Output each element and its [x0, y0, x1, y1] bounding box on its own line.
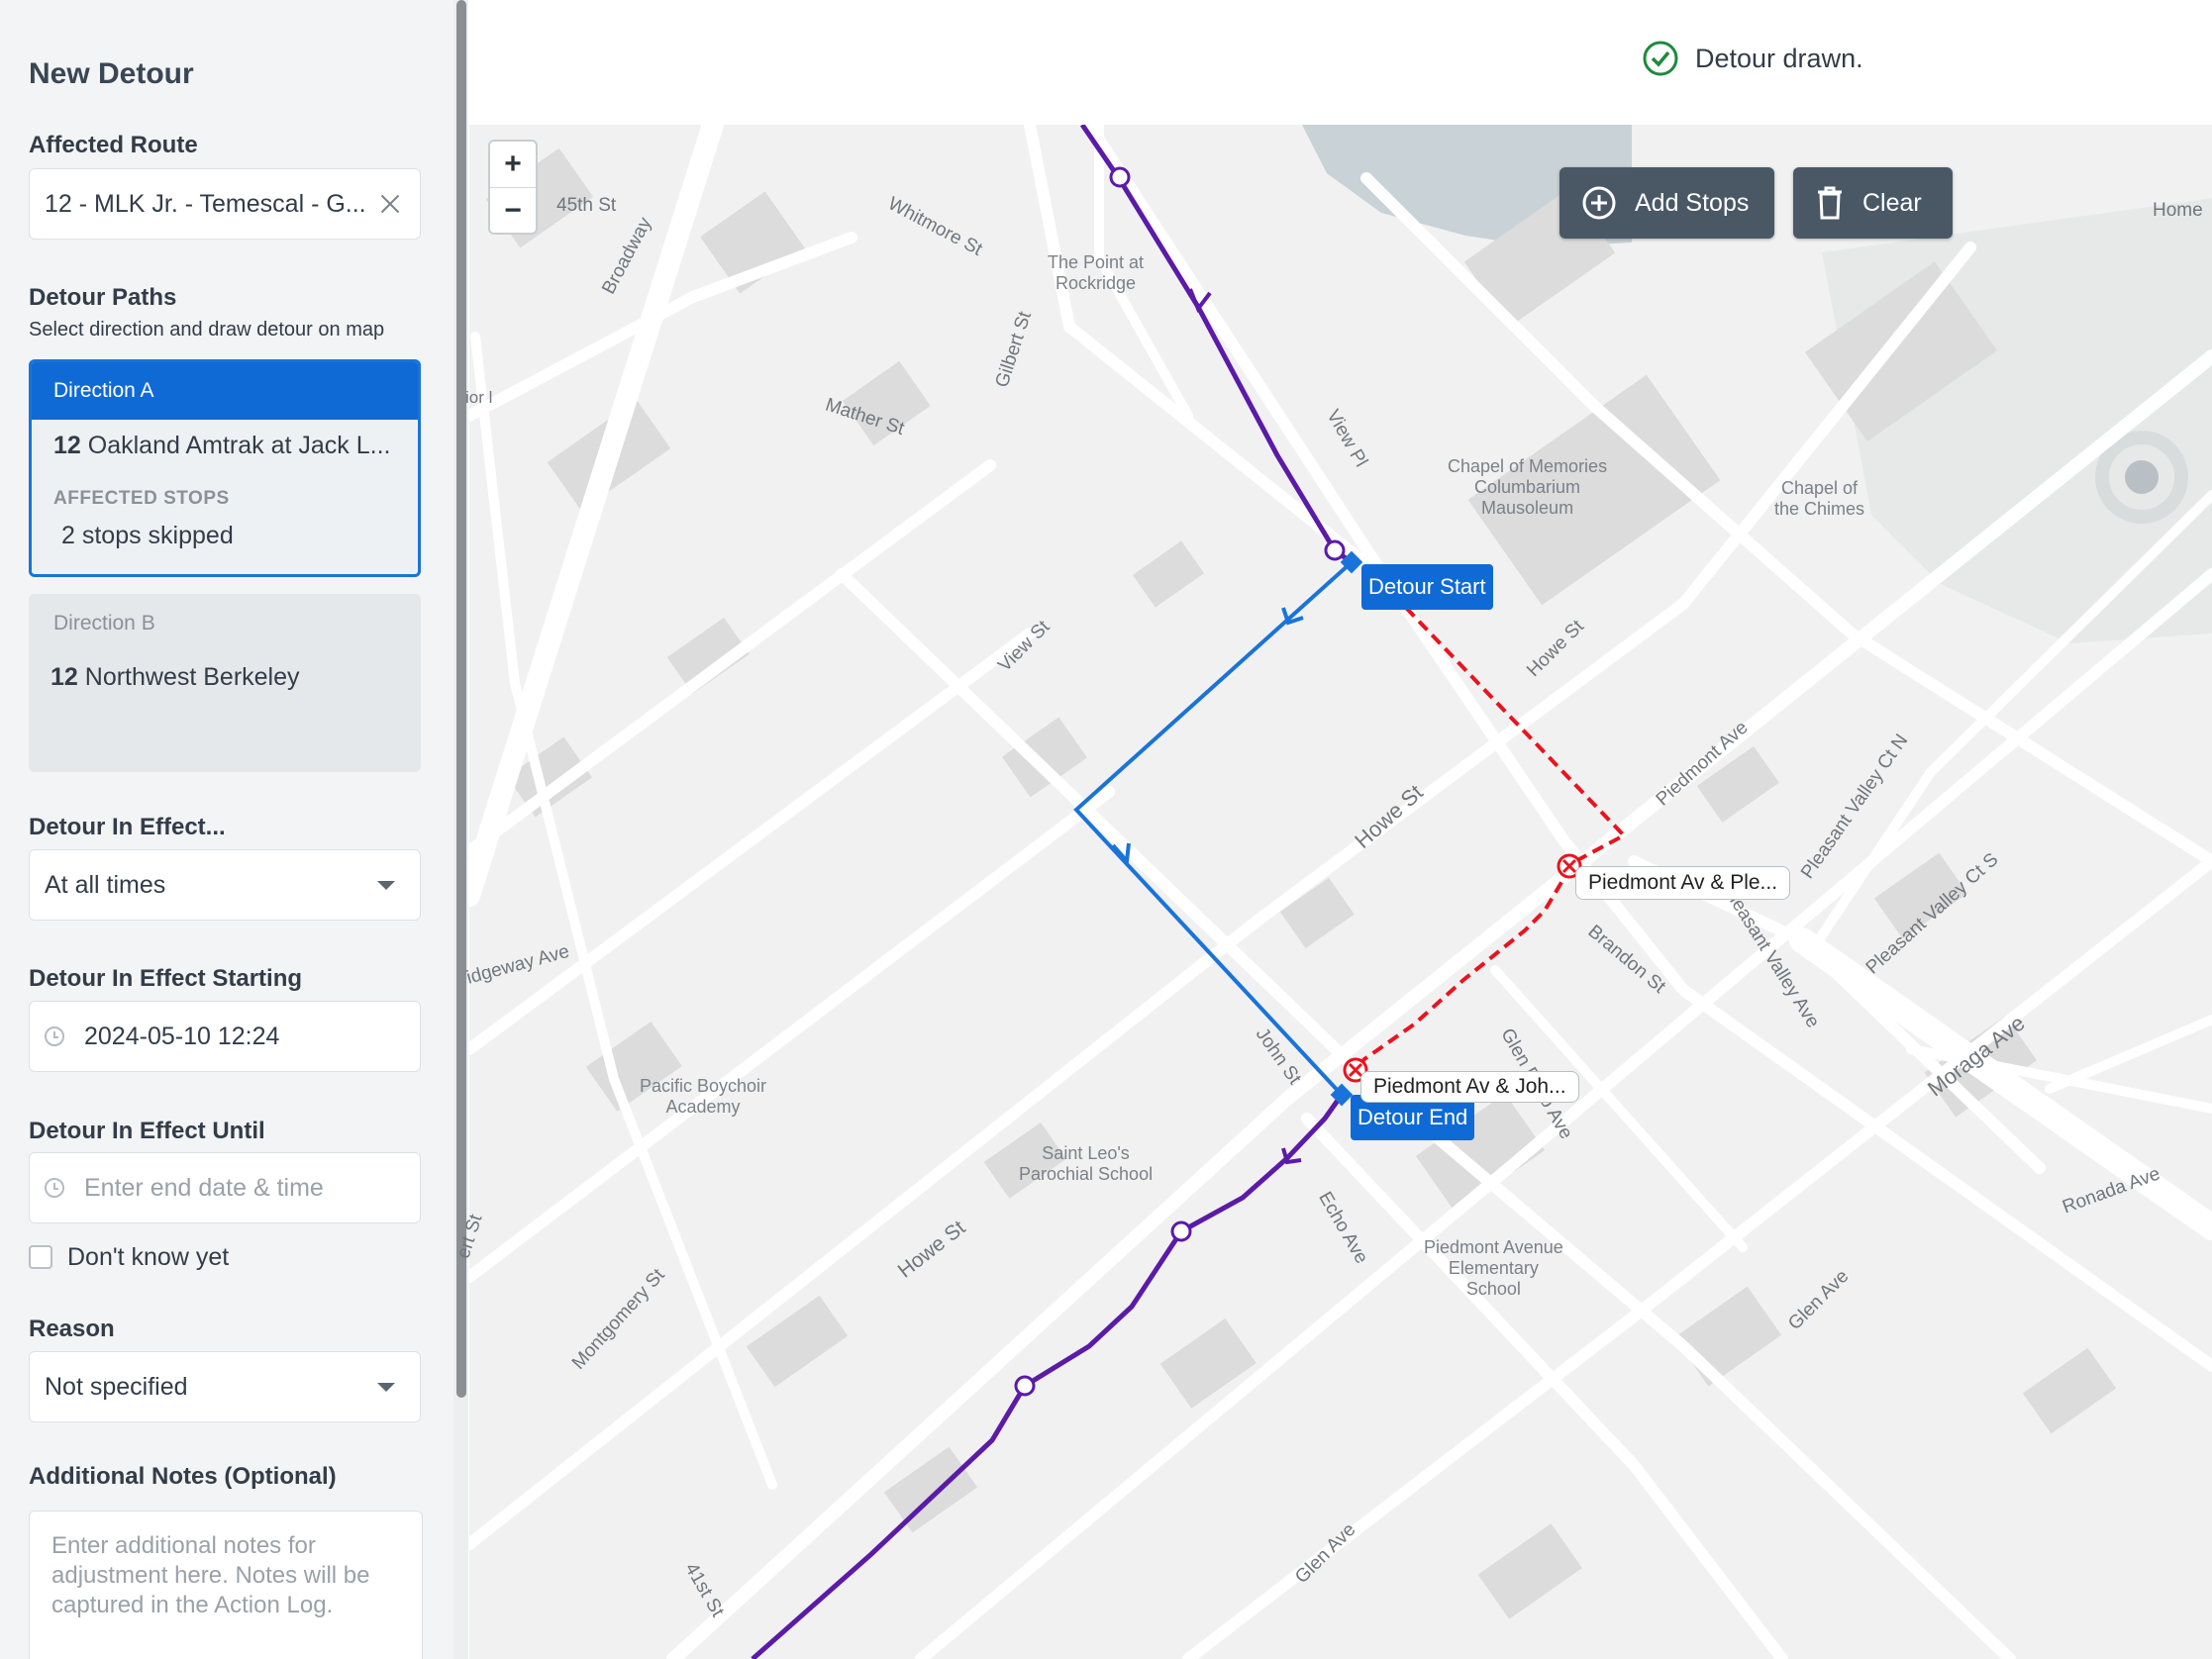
skipped-stop-label: Piedmont Av & Ple... — [1575, 866, 1791, 900]
direction-a-card[interactable]: Direction A 12 Oakland Amtrak at Jack L.… — [29, 359, 421, 577]
clear-label: Clear — [1862, 188, 1922, 217]
direction-b-route-name: Northwest Berkeley — [84, 663, 300, 691]
start-datetime-input[interactable]: 2024-05-10 12:24 — [29, 1001, 421, 1072]
place-label: Chapel of Memories Columbarium Mausoleum — [1448, 456, 1608, 518]
clear-button[interactable]: Clear — [1793, 167, 1953, 239]
direction-a-route: 12 Oakland Amtrak at Jack L... — [32, 432, 418, 460]
zoom-in-button[interactable]: + — [490, 142, 536, 187]
sidebar-scrollbar[interactable] — [453, 0, 468, 1659]
zoom-out-button[interactable]: − — [490, 187, 536, 233]
direction-b-card[interactable]: Direction B 12 Northwest Berkeley — [29, 594, 421, 772]
until-label: Detour In Effect Until — [29, 1118, 265, 1144]
affected-stops-label: AFFECTED STOPS — [53, 488, 230, 509]
map-canvas — [469, 0, 2212, 1659]
plus-circle-icon — [1582, 186, 1616, 220]
direction-a-route-name: Oakland Amtrak at Jack L... — [87, 432, 391, 459]
end-datetime-input[interactable]: Enter end date & time — [29, 1152, 421, 1223]
direction-a-header: Direction A — [32, 362, 418, 420]
toast-message: Detour drawn. — [1642, 40, 1863, 77]
clock-icon — [45, 1178, 64, 1198]
direction-b-header: Direction B — [53, 612, 155, 634]
map[interactable]: 45th St Broadway Whitmore St Gilbert St … — [453, 0, 2212, 1659]
detour-start-tag: Detour Start — [1361, 564, 1493, 610]
toast-text: Detour drawn. — [1695, 43, 1863, 73]
clear-route-icon[interactable] — [375, 189, 405, 219]
place-label: Piedmont Avenue Elementary School — [1424, 1237, 1563, 1299]
reason-select[interactable]: Not specified — [29, 1351, 421, 1422]
place-label: Chapel of the Chimes — [1774, 478, 1865, 519]
dont-know-label[interactable]: Don't know yet — [67, 1243, 229, 1272]
in-effect-value: At all times — [45, 870, 166, 899]
affected-route-select[interactable]: 12 - MLK Jr. - Temescal - G... — [29, 168, 421, 240]
dont-know-checkbox[interactable] — [29, 1245, 52, 1269]
sidebar-scroll-thumb[interactable] — [456, 0, 466, 1398]
street-label: Home — [2153, 200, 2203, 221]
detour-sidebar: New Detour Affected Route 12 - MLK Jr. -… — [0, 0, 453, 1659]
detour-paths-hint: Select direction and draw detour on map — [29, 319, 385, 341]
detour-paths-label: Detour Paths — [29, 284, 177, 311]
chevron-down-icon — [377, 880, 395, 890]
page-title: New Detour — [29, 57, 194, 90]
in-effect-select[interactable]: At all times — [29, 849, 421, 921]
skipped-stop-label: Piedmont Av & Joh... — [1360, 1071, 1579, 1103]
affected-stops-value: 2 stops skipped — [61, 522, 234, 549]
starting-label: Detour In Effect Starting — [29, 965, 303, 992]
direction-b-route: 12 Northwest Berkeley — [29, 663, 421, 692]
place-label: Pacific Boychoir Academy — [640, 1076, 767, 1117]
street-label: 45th St — [556, 195, 617, 216]
place-label: Saint Leo's Parochial School — [1019, 1143, 1154, 1184]
end-datetime-placeholder: Enter end date & time — [84, 1173, 324, 1202]
place-label: The Point at Rockridge — [1048, 252, 1145, 293]
notes-label: Additional Notes (Optional) — [29, 1463, 337, 1490]
add-stops-button[interactable]: Add Stops — [1559, 167, 1774, 239]
direction-a-route-number: 12 — [53, 432, 81, 459]
clock-icon — [45, 1026, 64, 1046]
reason-label: Reason — [29, 1316, 115, 1342]
add-stops-label: Add Stops — [1635, 188, 1750, 217]
notes-textarea[interactable]: Enter additional notes for adjustment he… — [29, 1511, 423, 1659]
start-datetime-value: 2024-05-10 12:24 — [84, 1022, 280, 1050]
trash-icon — [1818, 186, 1842, 220]
in-effect-label: Detour In Effect... — [29, 814, 226, 840]
toast-bar: Detour drawn. — [469, 0, 2212, 125]
zoom-controls: + − — [488, 140, 538, 235]
affected-route-value: 12 - MLK Jr. - Temescal - G... — [45, 189, 366, 218]
reason-value: Not specified — [45, 1372, 188, 1401]
direction-b-route-number: 12 — [50, 663, 78, 691]
affected-route-label: Affected Route — [29, 132, 198, 158]
check-circle-icon — [1643, 41, 1678, 76]
chevron-down-icon — [377, 1382, 395, 1392]
street-label: ior l — [465, 388, 493, 407]
